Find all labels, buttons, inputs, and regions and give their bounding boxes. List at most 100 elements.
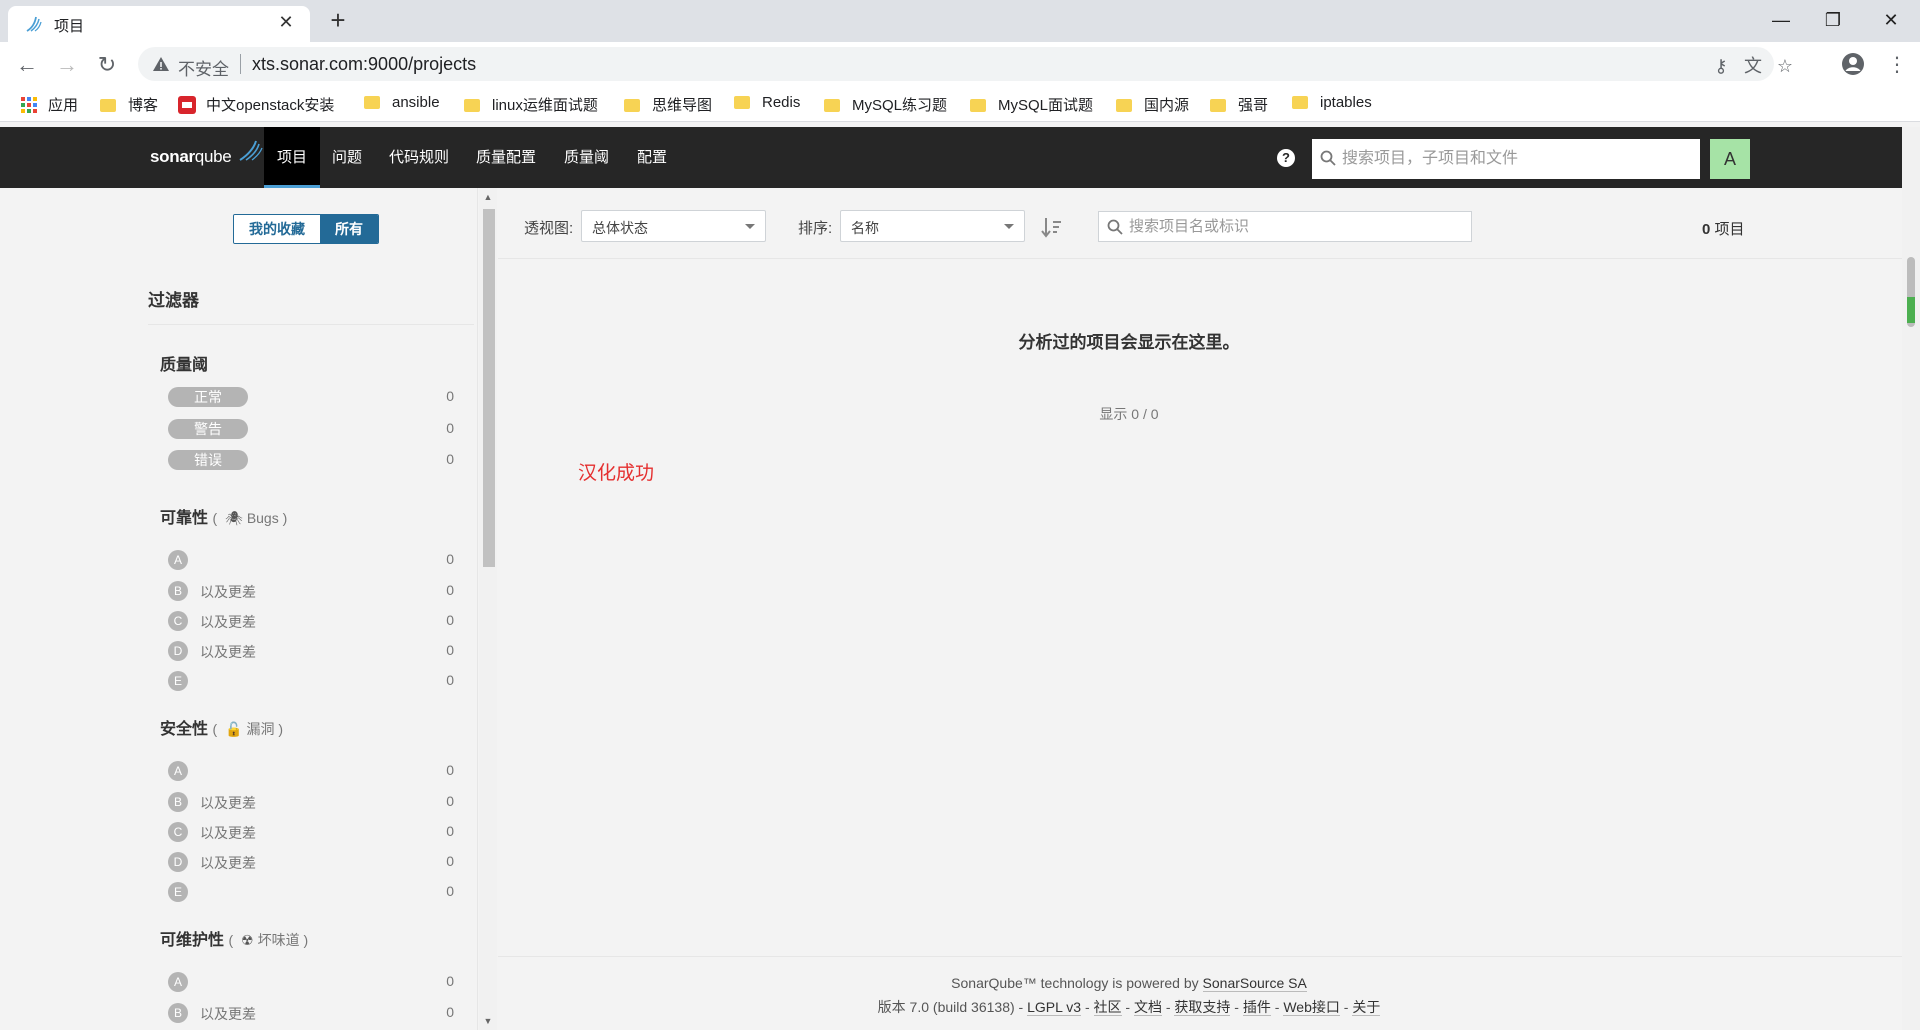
- scrollbar-marker: [1907, 297, 1915, 323]
- scrollbar-thumb[interactable]: [483, 209, 495, 567]
- rating-badge[interactable]: B: [168, 581, 188, 601]
- facet-quality-gate-title[interactable]: 质量阈: [160, 351, 208, 375]
- translate-icon[interactable]: ⽂: [1742, 55, 1764, 77]
- sonarsource-link[interactable]: SonarSource SA: [1202, 975, 1307, 992]
- perspective-label: 透视图:: [524, 220, 574, 237]
- facet-security-title[interactable]: 安全性 ( 🔓 漏洞 ): [160, 715, 283, 739]
- window-close-icon[interactable]: ✕: [1868, 4, 1914, 36]
- key-icon[interactable]: ⚷: [1710, 55, 1732, 77]
- rating-badge[interactable]: D: [168, 641, 188, 661]
- scroll-down-icon[interactable]: ▼: [483, 1016, 493, 1026]
- folder-icon: [1210, 99, 1226, 112]
- facet-count: 0: [446, 883, 454, 899]
- bookmark-folder[interactable]: MySQL练习题: [824, 94, 947, 116]
- bookmark-folder[interactable]: 思维导图: [624, 94, 712, 116]
- facet-count: 0: [446, 973, 454, 989]
- footer-link-license[interactable]: LGPL v3: [1027, 999, 1082, 1016]
- bookmark-folder[interactable]: 强哥: [1210, 94, 1268, 116]
- rating-badge[interactable]: B: [168, 1003, 188, 1023]
- rating-badge[interactable]: B: [168, 792, 188, 812]
- lock-icon: 🔓: [225, 721, 243, 737]
- rating-badge[interactable]: A: [168, 972, 188, 992]
- sidebar-scrollbar[interactable]: ▲ ▼: [479, 188, 497, 1030]
- scroll-up-icon[interactable]: ▲: [483, 192, 493, 202]
- facet-title-text: 可维护性: [160, 932, 225, 949]
- rating-badge[interactable]: E: [168, 671, 188, 691]
- rating-badge[interactable]: A: [168, 761, 188, 781]
- bookmark-folder[interactable]: 博客: [100, 94, 158, 116]
- project-search[interactable]: [1098, 211, 1472, 242]
- chevron-down-icon: [745, 224, 755, 229]
- quality-gate-warn[interactable]: 警告: [168, 419, 248, 439]
- help-icon[interactable]: ?: [1277, 149, 1295, 167]
- footer-powered-by: SonarQube™ technology is powered by Sona…: [498, 975, 1760, 992]
- global-search[interactable]: [1312, 139, 1700, 179]
- footer-link-webapi[interactable]: Web接口: [1283, 999, 1340, 1016]
- toggle-favorites[interactable]: 我的收藏: [234, 215, 320, 243]
- url-separator: [240, 54, 241, 74]
- back-icon[interactable]: ←: [12, 50, 42, 80]
- perspective-select[interactable]: 总体状态: [581, 210, 766, 242]
- nav-quality-profiles[interactable]: 质量配置: [476, 127, 536, 188]
- tab-close-icon[interactable]: ✕: [276, 12, 296, 32]
- user-avatar[interactable]: A: [1710, 139, 1750, 179]
- address-bar[interactable]: 不安全 xts.sonar.com:9000/projects ⚷ ⽂ ☆: [138, 47, 1793, 81]
- footer-separator: -: [1121, 999, 1134, 1015]
- footer-link-support[interactable]: 获取支持: [1174, 999, 1231, 1016]
- page-scrollbar[interactable]: [1902, 127, 1920, 1030]
- forward-icon[interactable]: →: [52, 50, 82, 80]
- projects-main: 透视图: 总体状态 排序: 名称 0 项目 分析过的项目会显示在这里。 显示 0…: [498, 188, 1902, 1030]
- facet-count: 0: [446, 388, 454, 404]
- rating-badge[interactable]: A: [168, 550, 188, 570]
- sort-select[interactable]: 名称: [840, 210, 1025, 242]
- footer-link-docs[interactable]: 文档: [1133, 999, 1162, 1016]
- browser-tab[interactable]: 项目 ✕: [8, 6, 310, 42]
- footer-separator: -: [1339, 999, 1353, 1015]
- nav-quality-gates[interactable]: 质量阈: [564, 127, 609, 188]
- facet-count: 0: [446, 793, 454, 809]
- nav-administration[interactable]: 配置: [637, 127, 667, 188]
- footer-link-about[interactable]: 关于: [1352, 999, 1381, 1016]
- quality-gate-error[interactable]: 错误: [168, 450, 248, 470]
- footer-version: 版本 7.0 (build 36138): [877, 999, 1015, 1015]
- star-icon[interactable]: ☆: [1774, 55, 1796, 77]
- tab-title: 项目: [54, 18, 85, 35]
- profile-icon[interactable]: [1840, 52, 1866, 78]
- bookmark-folder[interactable]: Redis: [734, 94, 800, 116]
- facet-maintainability-title[interactable]: 可维护性 ( ☢ 坏味道 ): [160, 926, 308, 950]
- bookmark-apps[interactable]: 应用: [20, 94, 78, 116]
- nav-rules[interactable]: 代码规则: [389, 127, 449, 188]
- sonarqube-logo[interactable]: sonarqube: [150, 140, 263, 167]
- bookmark-folder[interactable]: ansible: [364, 94, 440, 116]
- facet-count: 0: [446, 420, 454, 436]
- toggle-all[interactable]: 所有: [320, 215, 378, 243]
- reload-icon[interactable]: ↻: [92, 50, 122, 80]
- apps-grid-icon: [21, 97, 37, 113]
- rating-badge[interactable]: C: [168, 822, 188, 842]
- restore-icon[interactable]: ❐: [1810, 4, 1856, 36]
- rating-badge[interactable]: E: [168, 882, 188, 902]
- global-search-input[interactable]: [1342, 139, 1692, 179]
- folder-icon: [364, 96, 380, 109]
- menu-icon[interactable]: ⋮: [1884, 52, 1910, 78]
- bookmark-folder[interactable]: linux运维面试题: [464, 94, 598, 116]
- new-tab-icon[interactable]: +: [324, 6, 352, 34]
- nav-issues[interactable]: 问题: [332, 127, 362, 188]
- minimize-icon[interactable]: —: [1758, 4, 1804, 36]
- facet-subtitle-text: Bugs: [246, 510, 279, 526]
- bookmark-folder[interactable]: 国内源: [1116, 94, 1189, 116]
- quality-gate-ok[interactable]: 正常: [168, 387, 248, 407]
- rating-badge[interactable]: C: [168, 611, 188, 631]
- bookmark-site[interactable]: 中文openstack安装: [178, 94, 334, 116]
- nav-projects[interactable]: 项目: [264, 127, 320, 188]
- sort-direction-icon[interactable]: [1041, 216, 1063, 238]
- bookmark-folder[interactable]: iptables: [1292, 94, 1372, 116]
- bookmark-folder[interactable]: MySQL面试题: [970, 94, 1093, 116]
- facet-reliability-title[interactable]: 可靠性 ( 🕷 Bugs ): [160, 504, 287, 528]
- footer-link-plugins[interactable]: 插件: [1242, 999, 1271, 1016]
- url-text[interactable]: xts.sonar.com:9000/projects: [252, 54, 476, 75]
- bookmarks-bar: 应用 博客 中文openstack安装 ansible linux运维面试题 思…: [0, 86, 1920, 122]
- footer-link-community[interactable]: 社区: [1093, 999, 1122, 1016]
- rating-badge[interactable]: D: [168, 852, 188, 872]
- project-search-input[interactable]: [1129, 212, 1465, 241]
